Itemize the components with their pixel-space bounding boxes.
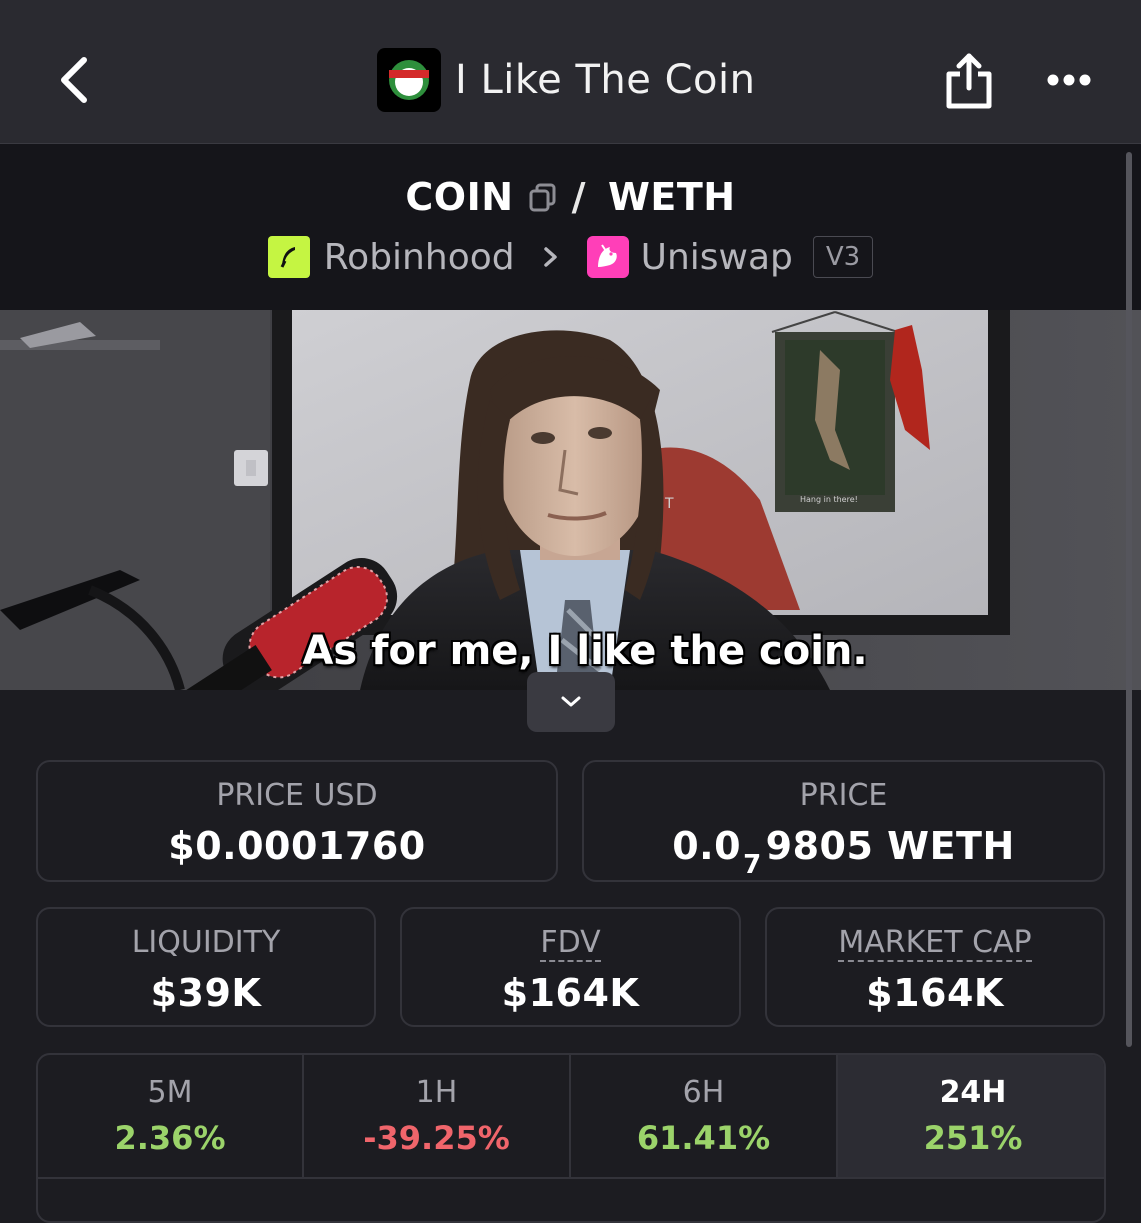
dex-version-badge: V3 <box>812 236 874 278</box>
tabs-divider <box>38 1177 1104 1179</box>
chain-name[interactable]: Robinhood <box>324 237 515 278</box>
price-suffix: 9805 WETH <box>765 824 1015 868</box>
dex-name[interactable]: Uniswap <box>641 237 793 278</box>
change-tab-6h[interactable]: 6H 61.41% <box>571 1055 838 1177</box>
change-tab-1h[interactable]: 1H -39.25% <box>304 1055 571 1177</box>
price-native-card: PRICE 0.07 9805 WETH <box>582 760 1105 882</box>
token-logo <box>377 48 441 112</box>
change-period-label: 6H <box>682 1075 725 1110</box>
chain-dex-breadcrumb: Robinhood Uniswap V3 <box>0 232 1141 282</box>
fdv-value: $164K <box>501 971 640 1015</box>
change-tab-5m[interactable]: 5M 2.36% <box>38 1055 304 1177</box>
video-caption: As for me, I like the coin. <box>302 628 868 674</box>
liquidity-label: LIQUIDITY <box>131 925 281 960</box>
price-native-value: 0.07 9805 WETH <box>584 824 1103 880</box>
robinhood-logo-icon <box>267 236 310 278</box>
back-button[interactable] <box>52 50 96 110</box>
pair-separator: / <box>571 175 586 219</box>
poster-caption: Hang in there! <box>800 495 858 504</box>
liquidity-value: $39K <box>150 971 262 1015</box>
svg-text:T: T <box>664 496 674 512</box>
fdv-label[interactable]: FDV <box>540 925 601 962</box>
pair-header: COIN / WETH Robinhood Uniswap V3 <box>0 144 1141 310</box>
change-value: 251% <box>923 1119 1023 1157</box>
price-usd-card: PRICE USD $0.0001760 <box>36 760 558 882</box>
change-tab-24h[interactable]: 24H 251% <box>838 1055 1104 1177</box>
chevron-right-icon <box>543 247 557 267</box>
page-title: I Like The Coin <box>455 57 756 103</box>
quote-token-symbol: WETH <box>607 175 736 219</box>
price-usd-value: $0.0001760 <box>168 824 426 868</box>
market-cap-card: MARKET CAP $164K <box>765 907 1105 1027</box>
change-period-label: 1H <box>415 1075 458 1110</box>
fdv-card: FDV $164K <box>400 907 741 1027</box>
liquidity-card: LIQUIDITY $39K <box>36 907 376 1027</box>
change-period-label: 24H <box>939 1075 1007 1110</box>
chevron-down-icon <box>561 696 581 707</box>
market-cap-value: $164K <box>866 971 1004 1015</box>
change-period-label: 5M <box>147 1075 193 1110</box>
scrollbar[interactable] <box>1126 152 1132 1047</box>
token-banner-image: Hang in there! T As for me, I like the c… <box>0 310 1141 690</box>
price-usd-label: PRICE USD <box>216 778 378 813</box>
change-value: 61.41% <box>636 1119 771 1157</box>
share-button[interactable] <box>942 50 996 112</box>
more-options-button[interactable] <box>1044 68 1094 92</box>
change-value: -39.25% <box>363 1119 510 1157</box>
coin-logo-icon <box>389 60 429 100</box>
ellipsis-icon <box>1047 74 1091 86</box>
change-value: 2.36% <box>114 1119 226 1157</box>
share-icon <box>946 53 992 109</box>
market-cap-label[interactable]: MARKET CAP <box>838 925 1032 962</box>
price-zero-count: 7 <box>743 850 762 880</box>
copy-icon[interactable] <box>528 182 558 212</box>
chevron-left-icon <box>61 57 87 103</box>
token-title: I Like The Coin <box>377 48 755 112</box>
base-token-symbol: COIN <box>405 175 514 219</box>
price-change-tabs: 5M 2.36% 1H -39.25% 6H 61.41% 24H 251% <box>36 1053 1106 1223</box>
price-native-label: PRICE <box>799 778 888 813</box>
uniswap-logo-icon <box>586 236 629 278</box>
expand-banner-button[interactable] <box>527 672 615 732</box>
top-nav-bar: I Like The Coin <box>0 0 1141 144</box>
pair-name: COIN / WETH <box>0 174 1141 220</box>
price-prefix: 0.0 <box>672 824 742 868</box>
